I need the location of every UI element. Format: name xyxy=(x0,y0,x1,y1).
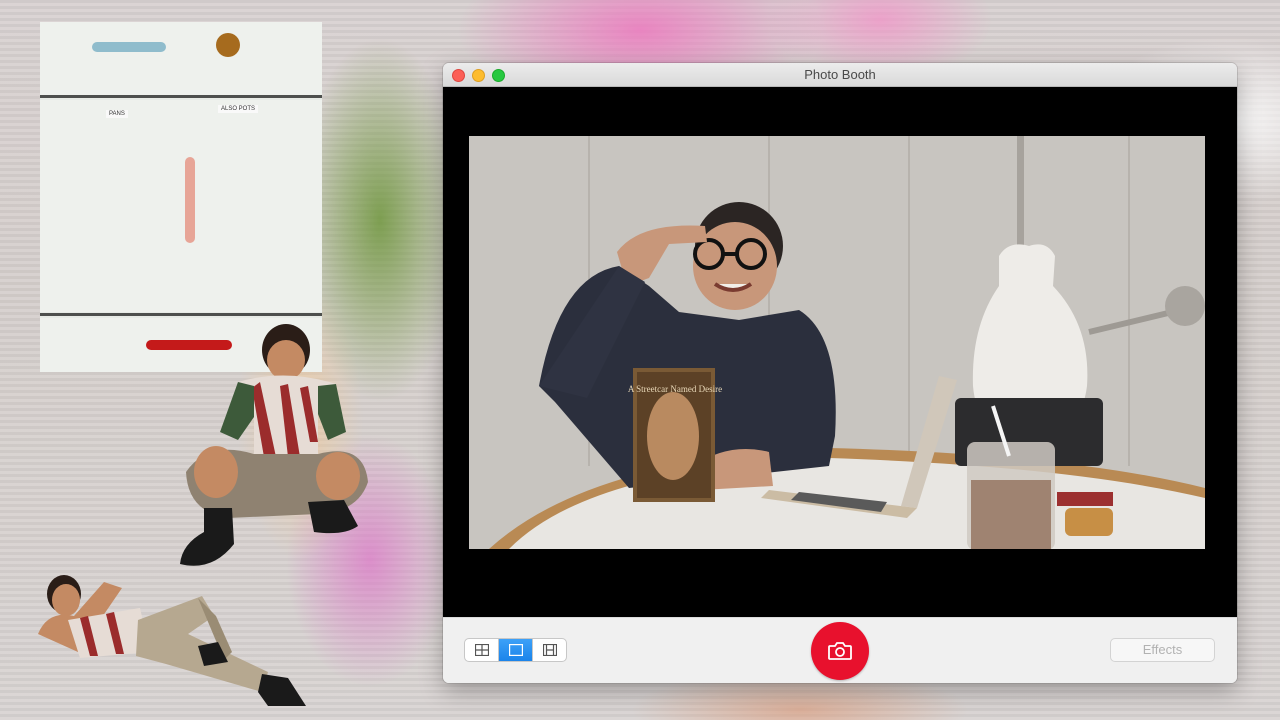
video-view-button[interactable] xyxy=(533,639,566,661)
four-up-view-button[interactable] xyxy=(465,639,499,661)
effects-button[interactable]: Effects xyxy=(1110,638,1215,662)
drawer-label-pans: PANS xyxy=(106,110,128,118)
reclining-person-cutout xyxy=(38,575,306,706)
camera-feed-image: A Streetcar Named Desire xyxy=(469,136,1205,549)
window-title: Photo Booth xyxy=(804,67,876,82)
camera-feed: A Streetcar Named Desire xyxy=(469,136,1205,549)
view-mode-selector xyxy=(464,638,567,662)
drawer-cabinet-image: PANS ALSO POTS xyxy=(40,22,322,372)
book-title-text: A Streetcar Named Desire xyxy=(628,384,722,394)
drawer-top xyxy=(40,22,322,96)
drawer-gap xyxy=(40,95,322,98)
camera-viewport: A Streetcar Named Desire xyxy=(443,87,1237,617)
pink-handle xyxy=(185,157,195,243)
filmstrip-icon xyxy=(542,644,557,656)
squatting-person-cutout xyxy=(180,324,368,566)
blue-handle xyxy=(92,42,166,52)
drawer-gap xyxy=(40,313,322,316)
take-photo-button[interactable] xyxy=(811,622,869,680)
drawer-middle xyxy=(40,100,322,312)
single-photo-icon xyxy=(508,644,523,656)
grid-four-icon xyxy=(474,644,489,656)
drawer-label-also-pots: ALSO POTS xyxy=(218,105,259,113)
bottom-toolbar: Effects xyxy=(443,617,1237,683)
brown-knob xyxy=(216,33,240,57)
single-photo-view-button[interactable] xyxy=(499,639,533,661)
camera-icon xyxy=(828,642,852,660)
photo-booth-window: Photo Booth A Streetcar Named Desire Eff… xyxy=(443,63,1237,683)
title-bar[interactable]: Photo Booth xyxy=(443,63,1237,87)
